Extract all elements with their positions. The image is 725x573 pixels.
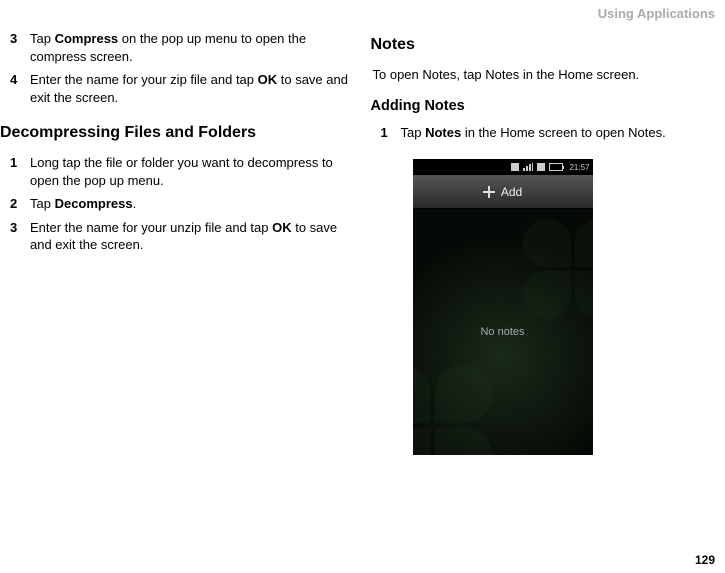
status-time: 21:57 bbox=[567, 163, 589, 172]
left-column: 3 Tap Compress on the pop up menu to ope… bbox=[0, 30, 363, 455]
step-number: 3 bbox=[0, 30, 30, 65]
right-column: Notes To open Notes, tap Notes in the Ho… bbox=[363, 30, 725, 455]
toolbar-add-label: Add bbox=[501, 185, 522, 199]
list-item: 3 Enter the name for your unzip file and… bbox=[0, 219, 355, 254]
compress-steps: 3 Tap Compress on the pop up menu to ope… bbox=[0, 30, 355, 106]
heading-notes: Notes bbox=[371, 36, 725, 54]
phone-toolbar: Add bbox=[413, 175, 593, 209]
list-item: 2 Tap Decompress. bbox=[0, 195, 355, 213]
no-notes-label: No notes bbox=[480, 326, 524, 338]
step-text: Enter the name for your unzip file and t… bbox=[30, 219, 355, 254]
clover-decoration bbox=[413, 365, 493, 455]
decompress-steps: 1 Long tap the file or folder you want t… bbox=[0, 154, 355, 254]
status-icon bbox=[511, 163, 519, 171]
step-text: Tap Decompress. bbox=[30, 195, 355, 213]
page-number: 129 bbox=[695, 553, 715, 567]
list-item: 1 Long tap the file or folder you want t… bbox=[0, 154, 355, 189]
status-icon bbox=[537, 163, 545, 171]
phone-screenshot: 21:57 Add No notes bbox=[413, 159, 593, 455]
notes-intro: To open Notes, tap Notes in the Home scr… bbox=[371, 66, 725, 84]
step-number: 1 bbox=[371, 124, 401, 142]
signal-icon bbox=[523, 163, 533, 171]
phone-body: No notes bbox=[413, 209, 593, 455]
list-item: 4 Enter the name for your zip file and t… bbox=[0, 71, 355, 106]
heading-decompressing: Decompressing Files and Folders bbox=[0, 124, 355, 142]
adding-notes-steps: 1 Tap Notes in the Home screen to open N… bbox=[371, 124, 725, 142]
step-text: Tap Compress on the pop up menu to open … bbox=[30, 30, 355, 65]
step-text: Tap Notes in the Home screen to open Not… bbox=[401, 124, 725, 142]
plus-icon bbox=[483, 186, 495, 198]
phone-status-bar: 21:57 bbox=[413, 159, 593, 175]
battery-icon bbox=[549, 163, 563, 171]
list-item: 1 Tap Notes in the Home screen to open N… bbox=[371, 124, 725, 142]
clover-decoration bbox=[523, 219, 593, 319]
step-text: Enter the name for your zip file and tap… bbox=[30, 71, 355, 106]
step-number: 1 bbox=[0, 154, 30, 189]
step-number: 3 bbox=[0, 219, 30, 254]
step-text: Long tap the file or folder you want to … bbox=[30, 154, 355, 189]
heading-adding-notes: Adding Notes bbox=[371, 98, 725, 114]
step-number: 4 bbox=[0, 71, 30, 106]
step-number: 2 bbox=[0, 195, 30, 213]
header-section-label: Using Applications bbox=[598, 6, 715, 21]
list-item: 3 Tap Compress on the pop up menu to ope… bbox=[0, 30, 355, 65]
